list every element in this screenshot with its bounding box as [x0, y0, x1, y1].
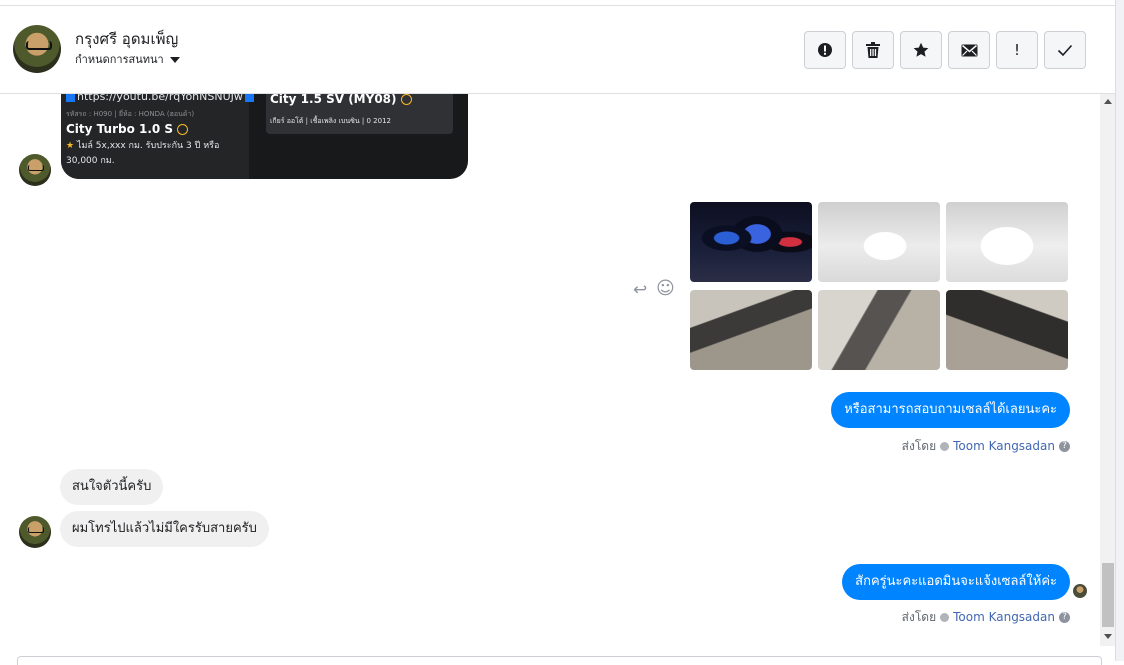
envelope-icon [961, 44, 977, 56]
car-right-title: City 1.5 SV (MY08) [270, 94, 412, 106]
car-card-left: https://youtu.be/rqYohNSNUJw รหัสรถ : H0… [61, 94, 254, 179]
sent-by-info: ส่งโดย Toom Kangsadan? [902, 437, 1070, 456]
star-icon [913, 42, 929, 57]
scroll-down-arrow-icon[interactable] [1104, 634, 1112, 639]
car-photo-interior-2[interactable] [818, 290, 940, 370]
sent-by-info: ส่งโดย Toom Kangsadan? [902, 608, 1070, 627]
car-right-meta: เกียร์ ออโต้ | เชื้อเพลิง เบนซิน | 0 201… [270, 117, 391, 125]
contact-avatar-small[interactable] [19, 154, 51, 186]
contact-avatar-small[interactable] [19, 516, 51, 548]
incoming-message[interactable]: สนใจตัวนี้ครับ [60, 469, 164, 505]
exclamation-icon: ! [1013, 41, 1020, 59]
conversation-header: กรุงศรี อุดมเพ็ญ กำหนดการสนทนา ! [0, 6, 1116, 94]
verified-icon [177, 124, 189, 135]
help-icon[interactable]: ? [1059, 612, 1070, 623]
car-description: ★ ไมล์ 5x,xxx กม. รับประกัน 3 ปี หรือ 30… [66, 141, 220, 166]
info-icon [66, 94, 75, 102]
sender-status-icon [940, 613, 950, 622]
youtube-link[interactable]: https://youtu.be/rqYohNSNUJw [66, 94, 256, 103]
star-icon: ★ [66, 141, 75, 151]
star-button[interactable] [900, 31, 942, 69]
car-photo-interior-1[interactable] [690, 290, 812, 370]
emoji-reaction-icon[interactable]: ☺ [656, 278, 675, 299]
link-icon [244, 94, 254, 102]
delete-button[interactable] [852, 31, 894, 69]
assign-conversation-dropdown[interactable]: กำหนดการสนทนา [75, 50, 180, 68]
outgoing-message[interactable]: สักครู่นะคะแอดมินจะแจ้งเซลล์ให้ค่ะ [842, 564, 1070, 600]
car-photo-interior-3[interactable] [946, 290, 1068, 370]
reply-icon[interactable]: ↩ [633, 280, 647, 300]
window-edge [1115, 0, 1124, 661]
seen-avatar [1073, 584, 1087, 598]
verified-icon [400, 94, 412, 105]
spam-button[interactable] [804, 31, 846, 69]
sender-name[interactable]: Toom Kangsadan [953, 610, 1055, 624]
outgoing-message[interactable]: หรือสามารถสอบถามเซลล์ได้เลยนะคะ [831, 392, 1070, 428]
check-icon [1057, 44, 1073, 56]
trash-icon [866, 42, 880, 58]
car-photo-rear[interactable] [818, 202, 940, 282]
shared-car-listing-card[interactable]: https://youtu.be/rqYohNSNUJw รหัสรถ : H0… [61, 94, 468, 179]
contact-name[interactable]: กรุงศรี อุดมเพ็ญ [75, 27, 178, 51]
help-icon[interactable]: ? [1059, 441, 1070, 452]
car-card-right: City 1.5 SV (MY08) เกียร์ ออโต้ | เชื้อเ… [266, 94, 453, 134]
car-photo-side[interactable] [946, 202, 1068, 282]
caret-down-icon [169, 57, 180, 63]
follow-up-button[interactable]: ! [996, 31, 1038, 69]
sender-name[interactable]: Toom Kangsadan [953, 439, 1055, 453]
assign-label: กำหนดการสนทนา [75, 53, 164, 66]
mark-done-button[interactable] [1044, 31, 1086, 69]
sender-status-icon [940, 442, 950, 451]
scroll-up-arrow-icon[interactable] [1104, 99, 1112, 104]
car-photo-dashboard[interactable] [690, 202, 812, 282]
car-meta: รหัสรถ : H090 | ยี่ห้อ : HONDA (ฮอนด้า) [66, 110, 195, 118]
scrollbar-thumb[interactable] [1102, 563, 1114, 627]
alert-circle-icon [818, 43, 832, 57]
incoming-message[interactable]: ผมโทรไปแล้วไม่มีใครรับสายครับ [60, 511, 269, 547]
mark-unread-button[interactable] [948, 31, 990, 69]
contact-avatar[interactable] [13, 25, 61, 73]
car-title: City Turbo 1.0 S [66, 122, 189, 136]
